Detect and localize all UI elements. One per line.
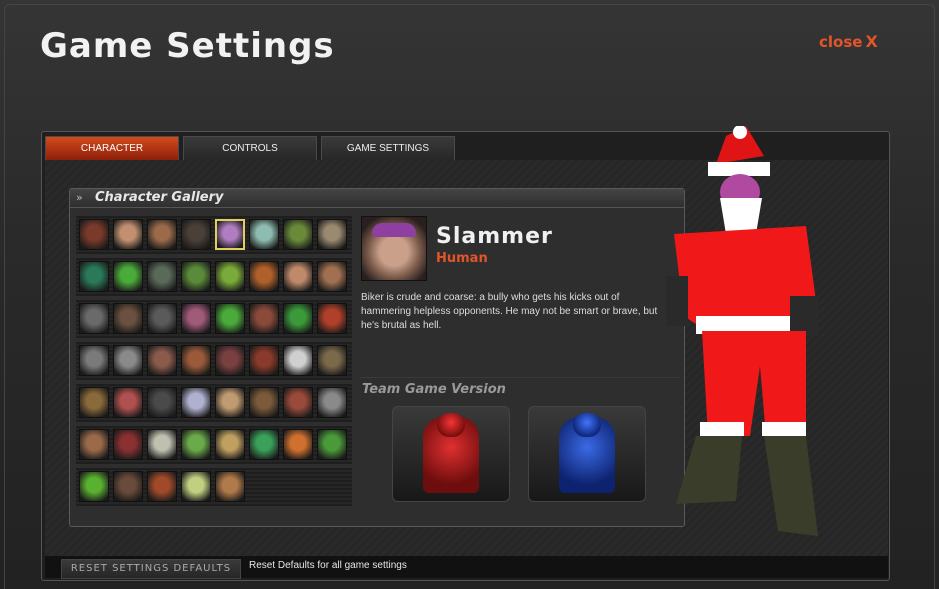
settings-window: Game Settings close X CHARACTER CONTROLS … [0,0,939,589]
character-thumbnail[interactable] [215,429,245,460]
character-thumbnail[interactable] [215,219,245,250]
character-thumbnail[interactable] [317,219,347,250]
character-thumbnail[interactable] [147,429,177,460]
blue-model-figure [559,417,615,493]
character-thumbnail[interactable] [283,219,313,250]
character-thumbnail[interactable] [79,429,109,460]
santa-pants [702,331,806,436]
character-thumbnail[interactable] [147,471,177,502]
santa-left-glove [666,276,688,326]
santa-left-cuff [700,422,744,436]
character-thumbnail[interactable] [79,219,109,250]
gallery-title: Character Gallery [95,190,224,205]
tab-controls[interactable]: CONTROLS [183,136,317,161]
character-thumbnail[interactable] [181,429,211,460]
character-thumbnail[interactable] [181,387,211,418]
character-row [76,426,352,464]
character-thumbnail[interactable] [147,345,177,376]
character-race: Human [436,251,488,266]
character-thumbnail[interactable] [113,261,143,292]
character-thumbnail[interactable] [113,471,143,502]
character-thumbnail[interactable] [249,387,279,418]
character-thumbnail[interactable] [147,219,177,250]
character-thumbnail[interactable] [283,303,313,334]
reset-defaults-button[interactable]: RESET SETTINGS DEFAULTS [61,559,241,579]
character-thumbnail[interactable] [283,261,313,292]
character-thumbnail[interactable] [147,261,177,292]
character-thumbnail[interactable] [215,345,245,376]
santa-character-model [666,126,818,536]
character-thumbnail[interactable] [249,429,279,460]
character-thumbnail[interactable] [181,303,211,334]
character-thumbnail[interactable] [283,429,313,460]
footer-bar: RESET SETTINGS DEFAULTS Reset Defaults f… [45,556,888,579]
character-row [76,300,352,338]
team-red-model[interactable] [392,406,510,502]
red-model-figure [423,417,479,493]
gallery-header: » Character Gallery [70,189,684,208]
character-thumbnail[interactable] [181,219,211,250]
character-gallery: » Character Gallery Slammer Human Biker … [69,188,685,527]
santa-right-cuff [762,422,806,436]
character-thumbnail[interactable] [215,471,245,502]
character-row [76,342,352,380]
character-grid [76,216,352,506]
character-thumbnail[interactable] [79,471,109,502]
character-thumbnail[interactable] [147,303,177,334]
character-thumbnail[interactable] [113,303,143,334]
character-thumbnail[interactable] [249,219,279,250]
character-thumbnail[interactable] [113,345,143,376]
character-thumbnail[interactable] [317,303,347,334]
close-icon: X [865,32,878,51]
santa-hat-brim [708,162,770,176]
team-version-title: Team Game Version [362,382,506,397]
character-thumbnail[interactable] [283,387,313,418]
character-thumbnail[interactable] [317,345,347,376]
character-thumbnail[interactable] [249,261,279,292]
tab-character[interactable]: CHARACTER [45,136,179,161]
character-thumbnail[interactable] [249,345,279,376]
santa-right-glove [790,296,818,336]
character-thumbnail[interactable] [215,261,245,292]
tab-game-settings[interactable]: GAME SETTINGS [321,136,455,161]
character-thumbnail[interactable] [317,429,347,460]
character-thumbnail[interactable] [181,471,211,502]
santa-right-boot [764,436,818,536]
character-thumbnail[interactable] [79,387,109,418]
character-thumbnail[interactable] [317,387,347,418]
character-thumbnail[interactable] [181,261,211,292]
character-description: Biker is crude and coarse: a bully who g… [361,292,658,331]
character-thumbnail[interactable] [147,387,177,418]
character-thumbnail[interactable] [79,303,109,334]
character-row [76,258,352,296]
character-thumbnail[interactable] [283,345,313,376]
character-row [76,468,352,506]
double-chevron-icon: » [76,191,83,204]
character-row [76,384,352,422]
character-thumbnail[interactable] [79,345,109,376]
character-thumbnail[interactable] [249,303,279,334]
character-thumbnail[interactable] [215,303,245,334]
divider [359,377,679,378]
character-portrait [361,216,427,281]
close-button[interactable]: close X [819,32,878,51]
team-blue-model[interactable] [528,406,646,502]
character-thumbnail[interactable] [79,261,109,292]
santa-left-boot [676,436,742,504]
close-label: close [819,33,863,51]
character-thumbnail[interactable] [113,429,143,460]
character-thumbnail[interactable] [113,219,143,250]
tab-bar: CHARACTER CONTROLS GAME SETTINGS [45,136,455,161]
character-thumbnail[interactable] [317,261,347,292]
character-info: Slammer Human Biker is crude and coarse:… [359,216,679,506]
character-thumbnail[interactable] [215,387,245,418]
character-thumbnail[interactable] [113,387,143,418]
character-row [76,216,352,254]
page-title: Game Settings [40,26,335,66]
character-name: Slammer [436,224,553,249]
reset-defaults-note: Reset Defaults for all game settings [249,560,407,571]
character-thumbnail[interactable] [181,345,211,376]
